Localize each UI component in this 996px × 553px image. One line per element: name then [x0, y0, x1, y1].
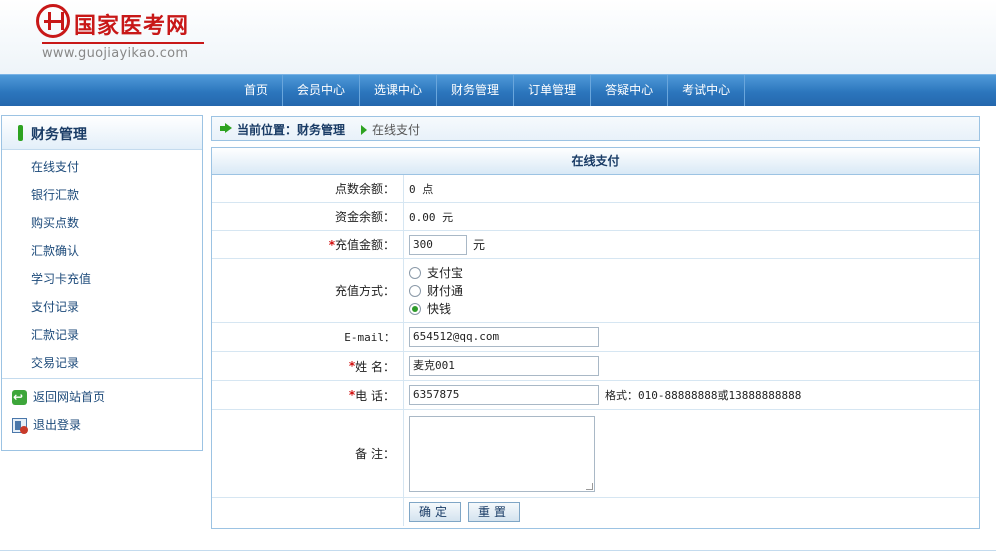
amount-input[interactable]: 300	[409, 234, 467, 255]
phone-format-hint: 格式：010-88888888或13888888888	[605, 389, 802, 402]
amount-label: 充值金额：	[334, 238, 395, 252]
sidebar-title: 财务管理	[31, 127, 87, 143]
arrow-right-icon	[220, 123, 232, 134]
method-row: 充值方式： 支付宝 财付通 快钱	[212, 259, 979, 323]
payment-form-panel: 在线支付 点数余额： 0 点 资金余额： 0.00 元 * 充值金额： 300 元…	[211, 147, 980, 529]
name-label: 姓 名：	[355, 359, 395, 374]
chevron-right-icon	[361, 125, 367, 135]
name-field[interactable]: 麦克001	[409, 356, 599, 376]
nav-item-finance[interactable]: 财务管理	[437, 75, 515, 106]
sidebar-item-transfer-confirm[interactable]: 汇款确认	[2, 237, 202, 265]
nav-item-member-center[interactable]: 会员中心	[283, 75, 361, 106]
sidebar: 财务管理 在线支付 银行汇款 购买点数 汇款确认 学习卡充值 支付记录 汇款记录…	[1, 115, 203, 451]
amount-row: * 充值金额： 300 元	[212, 231, 979, 259]
phone-label-cell: * 电 话：	[212, 381, 404, 409]
logo-underline	[42, 42, 204, 44]
remark-textarea[interactable]	[409, 415, 595, 492]
logout-label: 退出登录	[33, 418, 82, 432]
email-row: E-mail： 654512@qq.com	[212, 323, 979, 352]
radio-alipay[interactable]	[409, 266, 421, 279]
sidebar-menu: 在线支付 银行汇款 购买点数 汇款确认 学习卡充值 支付记录 汇款记录 交易记录	[2, 150, 202, 377]
logo-url: www.guojiayikao.com	[42, 46, 189, 61]
remark-label: 备 注：	[212, 410, 404, 497]
breadcrumb: 当前位置：财务管理 在线支付	[211, 116, 980, 141]
method-tenpay-label: 财付通	[427, 284, 464, 298]
sidebar-item-bank-transfer[interactable]: 银行汇款	[2, 181, 202, 209]
main-nav: 首页 会员中心 选课中心 财务管理 订单管理 答疑中心 考试中心	[0, 74, 996, 106]
points-label: 点数余额：	[212, 175, 404, 202]
logo-title: 国家医考网	[74, 14, 190, 39]
phone-row: * 电 话： 6357875 格式：010-88888888或1388888888…	[212, 381, 979, 410]
form-title: 在线支付	[212, 148, 979, 175]
nav-item-qa-center[interactable]: 答疑中心	[591, 75, 669, 106]
name-label-cell: * 姓 名：	[212, 352, 404, 380]
nav-item-home[interactable]: 首页	[232, 75, 284, 106]
email-label: E-mail：	[212, 323, 404, 351]
sidebar-item-study-card[interactable]: 学习卡充值	[2, 265, 202, 293]
breadcrumb-current: 在线支付	[372, 123, 421, 137]
site-header: 国家医考网 www.guojiayikao.com	[0, 0, 996, 74]
logo-emblem-icon	[36, 4, 70, 38]
method-alipay-label: 支付宝	[427, 266, 464, 280]
nav-item-exam-center[interactable]: 考试中心	[668, 75, 746, 106]
funds-label: 资金余额：	[212, 203, 404, 230]
funds-value: 0.00 元	[409, 210, 454, 224]
sidebar-item-online-pay[interactable]: 在线支付	[2, 153, 202, 181]
actions-row: 确定 重置	[212, 498, 979, 526]
breadcrumb-prefix: 当前位置：财务管理	[237, 123, 346, 137]
back-home-label: 返回网站首页	[33, 390, 106, 404]
radio-tenpay[interactable]	[409, 284, 421, 297]
footer-divider	[0, 550, 996, 551]
sidebar-item-payment-records[interactable]: 支付记录	[2, 293, 202, 321]
points-row: 点数余额： 0 点	[212, 175, 979, 203]
amount-unit: 元	[473, 238, 486, 252]
method-option-tenpay[interactable]: 财付通	[409, 282, 463, 300]
funds-row: 资金余额： 0.00 元	[212, 203, 979, 231]
method-label: 充值方式：	[212, 259, 404, 322]
reset-button[interactable]: 重置	[468, 502, 521, 522]
method-option-99bill[interactable]: 快钱	[409, 300, 451, 318]
phone-label: 电 话：	[355, 388, 395, 403]
logout-icon	[12, 417, 28, 434]
sidebar-header: 财务管理	[2, 116, 202, 150]
nav-item-orders[interactable]: 订单管理	[514, 75, 592, 106]
sidebar-bar-icon	[18, 125, 23, 141]
submit-button[interactable]: 确定	[409, 502, 462, 522]
sidebar-item-trade-records[interactable]: 交易记录	[2, 349, 202, 377]
logout-link[interactable]: 退出登录	[2, 411, 202, 439]
remark-row: 备 注：	[212, 410, 979, 498]
phone-field[interactable]: 6357875	[409, 385, 599, 405]
method-99bill-label: 快钱	[427, 302, 452, 316]
site-logo[interactable]: 国家医考网 www.guojiayikao.com	[36, 4, 206, 66]
email-field[interactable]: 654512@qq.com	[409, 327, 599, 347]
name-row: * 姓 名： 麦克001	[212, 352, 979, 381]
radio-99bill[interactable]	[409, 302, 421, 315]
points-value: 0 点	[409, 182, 434, 196]
sidebar-item-transfer-records[interactable]: 汇款记录	[2, 321, 202, 349]
method-option-alipay[interactable]: 支付宝	[409, 264, 463, 282]
back-arrow-icon	[12, 383, 27, 411]
sidebar-item-buy-points[interactable]: 购买点数	[2, 209, 202, 237]
actions-label-cell	[212, 498, 404, 526]
back-home-link[interactable]: 返回网站首页	[2, 383, 202, 411]
nav-item-course-center[interactable]: 选课中心	[360, 75, 438, 106]
amount-label-cell: * 充值金额：	[212, 231, 404, 258]
